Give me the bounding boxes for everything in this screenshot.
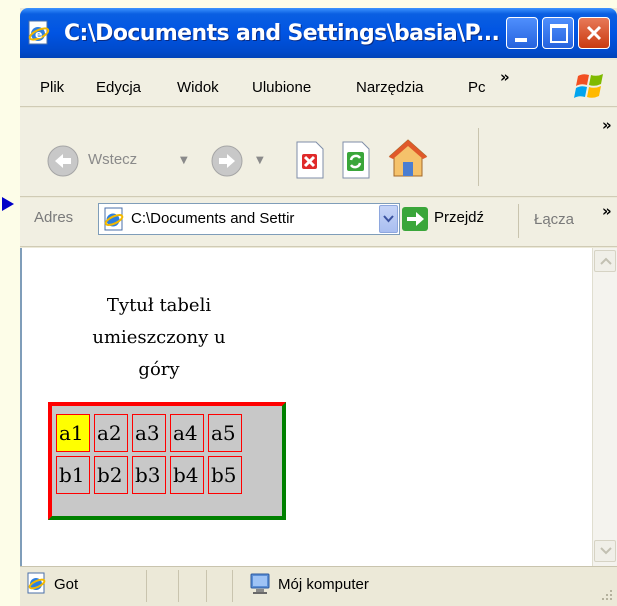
menu-pomoc[interactable]: Pc (468, 78, 490, 98)
arrow-right-icon (2, 197, 14, 211)
home-icon[interactable] (386, 136, 430, 180)
links-separator (518, 204, 519, 238)
go-button-label[interactable]: Przejdź (434, 209, 484, 226)
status-separator (206, 570, 207, 602)
ie-page-icon (104, 207, 124, 231)
address-input[interactable]: C:\Documents and Settir (98, 203, 400, 235)
vertical-scrollbar[interactable] (592, 248, 617, 566)
table-cell-a2: a2 (94, 414, 128, 452)
go-arrow-icon[interactable] (402, 207, 428, 231)
address-dropdown-button[interactable] (379, 205, 398, 233)
toolbar-separator (478, 128, 479, 186)
browser-window: e C:\Documents and Settings\basia\P... P… (20, 8, 617, 606)
html-table: a1 a2 a3 a4 a5 b1 b2 b3 b4 b5 (48, 402, 286, 520)
menu-overflow-chevron[interactable]: » (500, 68, 510, 86)
table-cell-b2: b2 (94, 456, 128, 494)
resize-grip-icon[interactable] (598, 586, 614, 602)
menu-narzedzia[interactable]: Narzędzia (356, 78, 424, 98)
close-button[interactable] (578, 17, 610, 49)
back-dropdown-chevron[interactable]: ▼ (180, 155, 188, 166)
status-zone: Mój komputer (278, 576, 369, 593)
refresh-icon[interactable] (338, 140, 372, 180)
ie-page-icon (27, 572, 46, 594)
table-cell-b5: b5 (208, 456, 242, 494)
table-cell-a1: a1 (56, 414, 90, 452)
caption-line: Tytuł tabeli (106, 295, 212, 316)
table-cell-a3: a3 (132, 414, 166, 452)
status-separator (146, 570, 147, 602)
back-button-label[interactable]: Wstecz (88, 151, 137, 168)
back-arrow-icon[interactable] (46, 144, 80, 178)
address-label: Adres (34, 209, 74, 226)
maximize-button[interactable] (542, 17, 574, 49)
window-title: C:\Documents and Settings\basia\P... (64, 21, 500, 46)
links-label[interactable]: Łącza (534, 211, 574, 228)
menu-edycja[interactable]: Edycja (96, 78, 141, 98)
chevron-down-icon (600, 547, 612, 555)
chevron-up-icon (600, 257, 612, 265)
menu-plik[interactable]: Plik (40, 78, 64, 98)
close-icon (586, 25, 602, 41)
chevron-down-icon (383, 215, 394, 223)
status-text: Got (54, 576, 79, 593)
caption-line: góry (138, 359, 180, 380)
status-separator (178, 570, 179, 602)
forward-dropdown-chevron[interactable]: ▼ (256, 155, 264, 166)
minimize-button[interactable] (506, 17, 538, 49)
table-cell-a4: a4 (170, 414, 204, 452)
my-computer-icon (250, 573, 270, 594)
status-separator (232, 570, 233, 602)
stop-icon[interactable] (292, 140, 326, 180)
address-value: C:\Documents and Settir (131, 210, 295, 227)
forward-arrow-icon[interactable] (210, 144, 244, 178)
toolbar-overflow-chevron[interactable]: » (602, 116, 612, 134)
ie-page-icon: e (28, 20, 50, 45)
table-cell-b1: b1 (56, 456, 90, 494)
caption-line: umieszczony u (92, 327, 226, 348)
links-overflow-chevron[interactable]: » (602, 202, 612, 220)
table-caption: Tytuł tabeli umieszczony u góry (46, 290, 272, 386)
menu-ulubione[interactable]: Ulubione (252, 78, 311, 98)
windows-flag-icon (574, 74, 603, 98)
menu-widok[interactable]: Widok (177, 78, 219, 98)
table-cell-b3: b3 (132, 456, 166, 494)
table-cell-a5: a5 (208, 414, 242, 452)
scroll-up-button[interactable] (594, 250, 616, 272)
table-cell-b4: b4 (170, 456, 204, 494)
svg-text:e: e (35, 28, 42, 41)
scroll-down-button[interactable] (594, 540, 616, 562)
